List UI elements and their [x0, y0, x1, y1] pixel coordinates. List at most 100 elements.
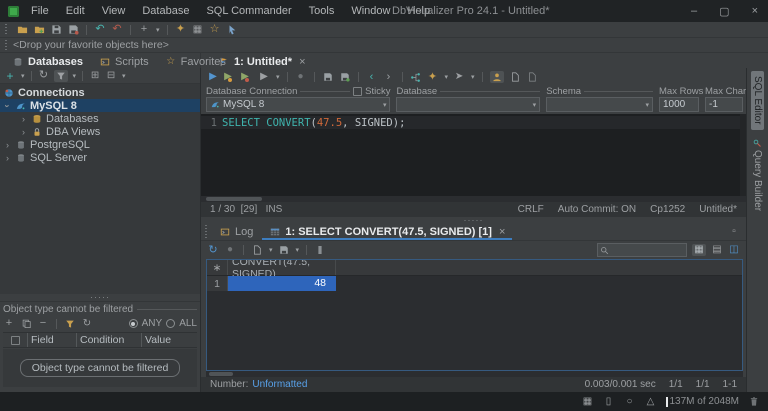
export-caret-icon[interactable]: ▾ — [296, 246, 300, 254]
vtab-sql-editor[interactable]: SQL Editor — [751, 71, 764, 130]
filter-caret-icon[interactable]: ▾ — [73, 72, 77, 80]
filter-tree-icon[interactable] — [53, 69, 68, 82]
add-icon[interactable]: + — [138, 24, 150, 36]
copy-result-icon[interactable] — [251, 244, 263, 256]
column-view-icon[interactable] — [314, 244, 326, 256]
gutter-header[interactable]: ∗ — [207, 260, 228, 275]
filter-add-icon[interactable]: + — [3, 318, 15, 330]
menu-database[interactable]: Database — [142, 5, 189, 17]
bookmark-icon[interactable]: ☆ — [209, 24, 221, 36]
doc-new-icon[interactable] — [526, 71, 538, 83]
encoding[interactable]: Cp1252 — [650, 204, 685, 215]
battery-icon[interactable]: ▯ — [603, 396, 615, 408]
pointer-icon[interactable] — [226, 24, 238, 36]
results-drag-handle[interactable] — [205, 225, 207, 238]
collapse-all-icon[interactable]: ⊟ — [105, 70, 117, 82]
format-wand-icon[interactable]: ✦ — [427, 71, 439, 83]
branch-icon[interactable] — [410, 71, 422, 83]
result-cell[interactable]: 48 — [228, 276, 336, 291]
editor-save-icon[interactable] — [322, 71, 334, 83]
search-input[interactable] — [611, 244, 684, 256]
text-view-icon[interactable]: ▤ — [711, 244, 723, 256]
insert-arrow-icon[interactable]: ➤ — [453, 71, 465, 83]
save-as-icon[interactable] — [67, 24, 79, 36]
tree-root-connections[interactable]: Connections — [0, 86, 200, 99]
redo-icon[interactable]: ↶ — [111, 24, 123, 36]
line-ending[interactable]: CRLF — [518, 204, 544, 215]
database-select[interactable]: ▾ — [396, 97, 541, 112]
toolbar-drag-handle[interactable] — [5, 24, 7, 35]
execute-explain-icon[interactable]: ▶ — [258, 71, 270, 83]
wizard-icon[interactable]: ✦ — [175, 24, 187, 36]
close-result-tab-icon[interactable]: × — [499, 226, 505, 238]
chart-view-icon[interactable]: ◫ — [728, 244, 740, 256]
trash-icon[interactable] — [748, 396, 760, 408]
alerts-icon[interactable]: △ — [645, 396, 657, 408]
sync-icon[interactable]: ○ — [624, 396, 636, 408]
tree-item-sqlserver[interactable]: › SQL Server — [0, 151, 200, 164]
tab-log[interactable]: Log — [211, 223, 261, 240]
schema-select[interactable]: ▾ — [546, 97, 653, 112]
expand-all-icon[interactable]: ⊞ — [89, 70, 101, 82]
execute-buffer-icon[interactable]: ▶ — [241, 71, 253, 83]
tab-result-1[interactable]: 1: SELECT CONVERT(47.5, SIGNED) [1] × — [261, 223, 513, 240]
result-search-box[interactable] — [597, 243, 687, 257]
save-icon[interactable] — [50, 24, 62, 36]
undo-icon[interactable]: ↶ — [94, 24, 106, 36]
permissions-person-icon[interactable] — [489, 71, 504, 83]
close-editor-tab-icon[interactable]: × — [299, 56, 305, 68]
execute-current-icon[interactable]: ▶ — [224, 71, 236, 83]
vtab-query-builder[interactable]: Query Builder — [752, 139, 763, 211]
memory-indicator[interactable]: 137M of 2048M — [665, 396, 739, 407]
add-connection-icon[interactable]: + — [4, 70, 16, 82]
add-dropdown-caret-icon[interactable]: ▾ — [156, 26, 160, 34]
close-button[interactable]: × — [752, 5, 758, 17]
copy-caret-icon[interactable]: ▾ — [269, 246, 273, 254]
tree-item-postgresql[interactable]: › PostgreSQL — [0, 138, 200, 151]
menu-edit[interactable]: Edit — [66, 5, 85, 17]
menu-file[interactable]: File — [31, 5, 49, 17]
tree-item-dba-views[interactable]: › DBA Views — [0, 125, 200, 138]
chevron-right-icon[interactable]: › — [19, 114, 28, 124]
chevron-right-icon[interactable]: › — [19, 127, 28, 137]
editor-save-as-icon[interactable] — [339, 71, 351, 83]
sticky-checkbox[interactable] — [353, 87, 363, 96]
scrollbar-thumb[interactable] — [206, 197, 262, 201]
new-folder-icon[interactable] — [33, 24, 45, 36]
chevron-right-icon[interactable]: › — [3, 153, 12, 163]
export-result-icon[interactable] — [278, 244, 290, 256]
open-folder-icon[interactable] — [16, 24, 28, 36]
refresh-tree-icon[interactable]: ↻ — [38, 70, 50, 82]
chevron-down-icon[interactable]: › — [3, 101, 13, 110]
maximize-button[interactable]: ▢ — [719, 5, 729, 18]
filter-copy-icon[interactable] — [20, 318, 32, 330]
auto-commit[interactable]: Auto Commit: ON — [558, 204, 636, 215]
sql-code-editor[interactable]: 1 SELECT CONVERT(47.5, SIGNED); — [201, 114, 746, 196]
stop-result-icon[interactable]: ● — [224, 244, 236, 256]
editor-vertical-scrollbar[interactable] — [740, 114, 746, 196]
grid-status-icon[interactable]: ▦ — [582, 396, 594, 408]
radio-any[interactable] — [128, 319, 138, 328]
history-back-icon[interactable]: ‹ — [366, 71, 378, 83]
filter-funnel-icon[interactable] — [64, 318, 76, 330]
filter-disabled-button[interactable]: Object type cannot be filtered — [19, 359, 181, 377]
code-line-1[interactable]: 1 SELECT CONVERT(47.5, SIGNED); — [201, 116, 746, 129]
filter-select-all-checkbox[interactable] — [10, 335, 20, 345]
menu-view[interactable]: View — [102, 5, 126, 17]
grid-view-icon[interactable]: ▦ — [692, 244, 706, 256]
result-grid[interactable]: ∗ CONVERT(47.5, SIGNED) 1 48 — [206, 259, 743, 371]
tree-item-databases[interactable]: › Databases — [0, 112, 200, 125]
favorites-drag-handle[interactable] — [5, 40, 7, 50]
result-row-1[interactable]: 1 48 — [207, 276, 742, 291]
filter-refresh-icon[interactable]: ↻ — [81, 318, 93, 330]
row-number[interactable]: 1 — [207, 276, 228, 291]
execute-icon[interactable]: ▶ — [207, 71, 219, 83]
menu-tools[interactable]: Tools — [309, 5, 335, 17]
tree-item-mysql8[interactable]: › MySQL 8 — [0, 99, 200, 112]
max-rows-input[interactable]: 1000 — [659, 97, 699, 112]
results-horizontal-scrollbar[interactable] — [206, 371, 743, 377]
stop-icon[interactable]: ● — [295, 71, 307, 83]
detach-window-icon[interactable]: ▫ — [728, 226, 740, 238]
format-link[interactable]: Unformatted — [252, 379, 307, 390]
rerun-icon[interactable]: ↻ — [207, 244, 219, 256]
